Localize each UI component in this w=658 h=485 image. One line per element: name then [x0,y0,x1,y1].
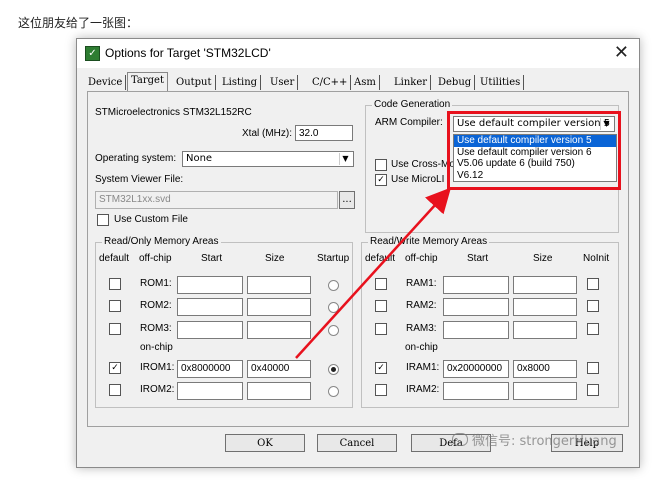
tab-target[interactable]: Target [127,72,168,91]
annotation-arrow [295,187,452,359]
watermark: 微信号: strongerHuang [452,430,617,449]
arrow-line [295,187,452,359]
watermark-text: 微信号: strongerHuang [472,434,617,449]
wechat-icon [452,433,468,446]
highlight-box [447,111,621,190]
